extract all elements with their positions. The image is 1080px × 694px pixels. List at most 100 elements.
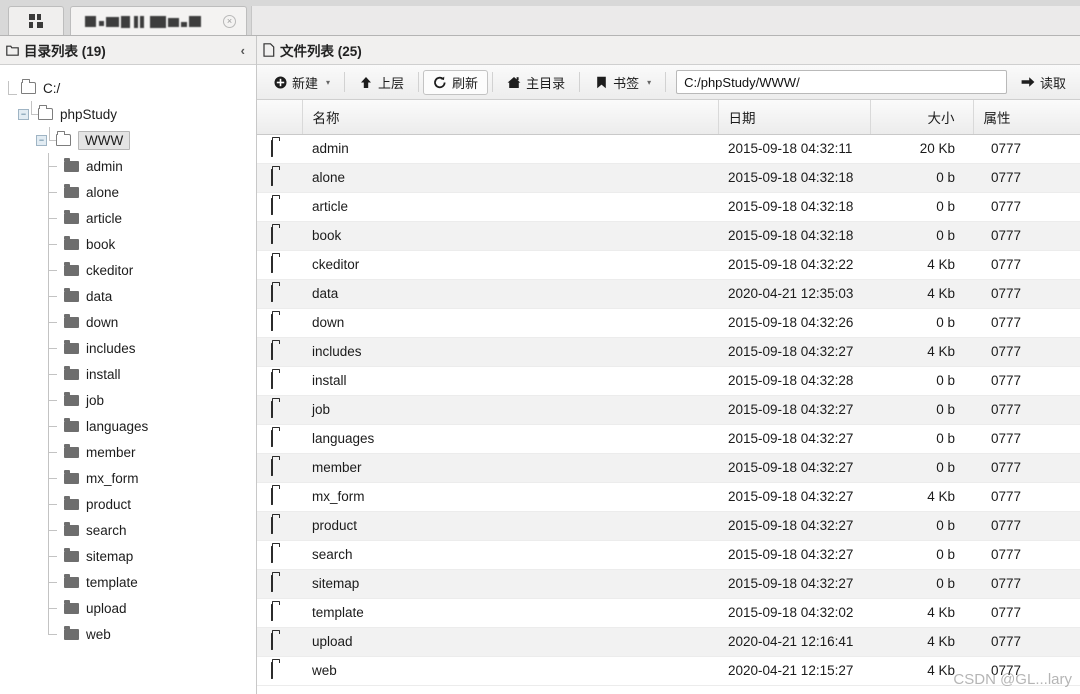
- tree-item-alone[interactable]: alone: [0, 179, 256, 218]
- tab-title-redacted: [85, 15, 213, 28]
- table-row[interactable]: sitemap 2015-09-18 04:32:27 0 b 0777: [257, 569, 1080, 599]
- row-name[interactable]: includes: [302, 337, 718, 367]
- tree-item-search[interactable]: search: [0, 517, 256, 556]
- table-row[interactable]: job 2015-09-18 04:32:27 0 b 0777: [257, 395, 1080, 425]
- collapse-sidebar-button[interactable]: ‹: [238, 43, 248, 58]
- tree-item-phpstudy[interactable]: − phpStudy: [0, 101, 256, 127]
- table-row[interactable]: article 2015-09-18 04:32:18 0 b 0777: [257, 192, 1080, 222]
- tree-item-drive[interactable]: C:/: [0, 75, 256, 101]
- grid-view-button[interactable]: [8, 6, 64, 35]
- column-header-size[interactable]: 大小: [870, 100, 974, 135]
- tab-active[interactable]: ×: [70, 6, 247, 35]
- tree-item-article[interactable]: article: [0, 205, 256, 244]
- file-list-title: 文件列表 (25): [280, 44, 362, 59]
- toolbar-divider: [344, 72, 346, 92]
- table-row[interactable]: search 2015-09-18 04:32:27 0 b 0777: [257, 540, 1080, 570]
- row-name[interactable]: mx_form: [302, 482, 718, 512]
- tree-item-web[interactable]: web: [0, 621, 256, 647]
- tree-item-book[interactable]: book: [0, 231, 256, 270]
- table-row[interactable]: upload 2020-04-21 12:16:41 4 Kb 0777: [257, 627, 1080, 657]
- column-header-attr[interactable]: 属性: [973, 100, 1080, 135]
- tree-guide: [48, 179, 61, 218]
- read-button[interactable]: 读取: [1013, 70, 1074, 95]
- table-row[interactable]: web 2020-04-21 12:15:27 4 Kb 0777: [257, 656, 1080, 686]
- row-name[interactable]: template: [302, 598, 718, 628]
- tab-close-icon[interactable]: ×: [223, 14, 236, 28]
- tree-item-ckeditor[interactable]: ckeditor: [0, 257, 256, 296]
- toolbar-divider: [579, 72, 581, 92]
- row-name[interactable]: admin: [302, 134, 718, 164]
- table-row[interactable]: member 2015-09-18 04:32:27 0 b 0777: [257, 453, 1080, 483]
- table-row[interactable]: ckeditor 2015-09-18 04:32:22 4 Kb 0777: [257, 250, 1080, 280]
- folder-icon: [6, 44, 19, 56]
- file-table-container[interactable]: 名称 日期 大小 属性 admin 2015-09-18 04:32:11 20 K…: [257, 100, 1080, 694]
- refresh-button[interactable]: 刷新: [423, 69, 489, 95]
- path-input[interactable]: [676, 70, 1007, 94]
- row-name[interactable]: languages: [302, 424, 718, 454]
- table-row[interactable]: install 2015-09-18 04:32:28 0 b 0777: [257, 366, 1080, 396]
- row-name[interactable]: alone: [302, 163, 718, 193]
- up-button[interactable]: 上层: [349, 70, 414, 95]
- table-row[interactable]: alone 2015-09-18 04:32:18 0 b 0777: [257, 163, 1080, 193]
- row-name[interactable]: data: [302, 279, 718, 309]
- table-row[interactable]: template 2015-09-18 04:32:02 4 Kb 0777: [257, 598, 1080, 628]
- row-attr: 0777: [973, 221, 1080, 251]
- row-folder-icon-cell: [257, 540, 302, 570]
- row-name[interactable]: sitemap: [302, 569, 718, 599]
- table-row[interactable]: mx_form 2015-09-18 04:32:27 4 Kb 0777: [257, 482, 1080, 512]
- chevron-down-icon[interactable]: ▾: [326, 78, 330, 87]
- tree-item-admin[interactable]: admin: [0, 153, 256, 192]
- table-row[interactable]: languages 2015-09-18 04:32:27 0 b 0777: [257, 424, 1080, 454]
- column-header-icon: [257, 100, 303, 135]
- folder-icon: [271, 430, 273, 447]
- toolbar-divider: [665, 72, 667, 92]
- table-row[interactable]: data 2020-04-21 12:35:03 4 Kb 0777: [257, 279, 1080, 309]
- row-name[interactable]: upload: [302, 627, 718, 657]
- column-header-name[interactable]: 名称: [302, 100, 719, 135]
- table-row[interactable]: product 2015-09-18 04:32:27 0 b 0777: [257, 511, 1080, 541]
- row-date: 2015-09-18 04:32:27: [718, 395, 870, 425]
- tree-item-label: down: [86, 314, 119, 330]
- folder-icon: [64, 209, 79, 224]
- home-button[interactable]: 主目录: [497, 70, 575, 95]
- tree-item-sitemap[interactable]: sitemap: [0, 543, 256, 582]
- row-date: 2015-09-18 04:32:18: [718, 163, 870, 193]
- tree-toggle-phpstudy[interactable]: −: [18, 108, 29, 120]
- chevron-down-icon[interactable]: ▾: [647, 78, 651, 87]
- table-row[interactable]: includes 2015-09-18 04:32:27 4 Kb 0777: [257, 337, 1080, 367]
- tree-item-member[interactable]: member: [0, 439, 256, 478]
- row-name[interactable]: web: [302, 656, 718, 686]
- row-name[interactable]: book: [302, 221, 718, 251]
- row-name[interactable]: member: [302, 453, 718, 483]
- row-name[interactable]: article: [302, 192, 718, 222]
- table-row[interactable]: down 2015-09-18 04:32:26 0 b 0777: [257, 308, 1080, 338]
- row-name[interactable]: product: [302, 511, 718, 541]
- row-name[interactable]: down: [302, 308, 718, 338]
- tree-item-down[interactable]: down: [0, 309, 256, 348]
- up-button-label: 上层: [378, 75, 405, 91]
- row-name[interactable]: install: [302, 366, 718, 396]
- row-name[interactable]: search: [302, 540, 718, 570]
- tree-item-mx_form[interactable]: mx_form: [0, 465, 256, 504]
- bookmark-button[interactable]: 书签 ▾: [584, 70, 661, 95]
- tree-item-install[interactable]: install: [0, 361, 256, 400]
- table-row[interactable]: book 2015-09-18 04:32:18 0 b 0777: [257, 221, 1080, 251]
- tree-item-www[interactable]: − WWW: [0, 127, 256, 153]
- tree-item-upload[interactable]: upload: [0, 595, 256, 634]
- tree-toggle-www[interactable]: −: [36, 134, 47, 146]
- row-name[interactable]: job: [302, 395, 718, 425]
- tree-item-languages[interactable]: languages: [0, 413, 256, 452]
- column-header-date[interactable]: 日期: [718, 100, 871, 135]
- new-button[interactable]: 新建 ▾: [263, 70, 340, 95]
- tree-item-job[interactable]: job: [0, 387, 256, 426]
- tree-item-template[interactable]: template: [0, 569, 256, 608]
- row-size: 4 Kb: [870, 598, 973, 628]
- tree-item-product[interactable]: product: [0, 491, 256, 530]
- tree-item-data[interactable]: data: [0, 283, 256, 322]
- tree-guide: [48, 465, 61, 504]
- tree-guide: [48, 439, 61, 478]
- tree-item-includes[interactable]: includes: [0, 335, 256, 374]
- table-row[interactable]: admin 2015-09-18 04:32:11 20 Kb 0777: [257, 134, 1080, 164]
- row-name[interactable]: ckeditor: [302, 250, 718, 280]
- row-attr: 0777: [973, 511, 1080, 541]
